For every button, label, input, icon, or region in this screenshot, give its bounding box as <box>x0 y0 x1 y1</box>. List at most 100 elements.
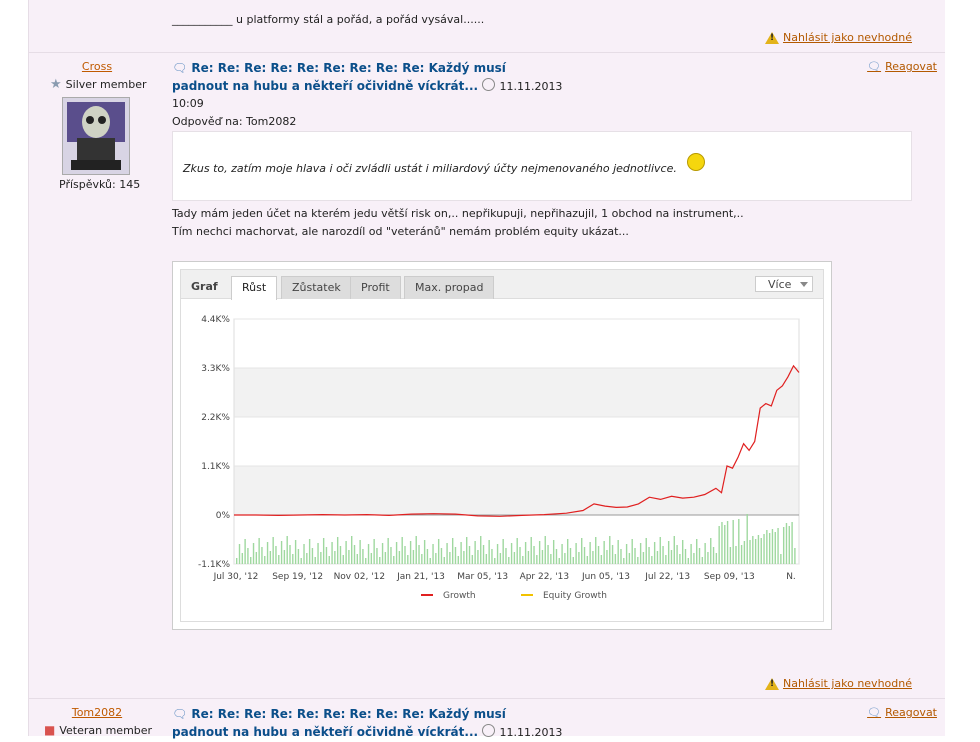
more-dropdown[interactable]: Více <box>755 276 813 292</box>
report-label[interactable]: Nahlásit jako nevhodné <box>783 31 912 44</box>
volume-bar <box>423 540 426 564</box>
post-title[interactable]: 🗨 Re: Re: Re: Re: Re: Re: Re: Re: Re: Ka… <box>172 705 562 742</box>
more-label[interactable]: Více <box>768 278 791 291</box>
volume-bar <box>592 551 594 564</box>
volume-bar <box>777 528 779 564</box>
volume-bar <box>283 550 286 564</box>
x-tick-label: Jun 05, '13 <box>581 572 630 582</box>
y-tick-label: 3.3K% <box>201 364 230 374</box>
volume-bar <box>634 548 636 564</box>
tab-zustatek[interactable]: Zůstatek <box>281 276 352 299</box>
volume-bar <box>466 537 468 564</box>
reply-label[interactable]: Reagovat <box>885 706 937 719</box>
post-date: 11.11.2013 <box>499 726 563 739</box>
volume-bar <box>353 545 356 564</box>
reply-label[interactable]: Reagovat <box>885 60 937 73</box>
volume-bar <box>508 557 510 564</box>
volume-bar <box>412 550 415 564</box>
volume-bar <box>449 552 451 564</box>
volume-bar <box>468 546 471 564</box>
tab-profit[interactable]: Profit <box>350 276 401 299</box>
volume-bar <box>718 526 720 564</box>
volume-bar <box>586 556 589 564</box>
volume-bar <box>505 548 507 564</box>
tab-max-propad[interactable]: Max. propad <box>404 276 495 299</box>
volume-bar <box>729 547 732 564</box>
volume-bar <box>387 538 389 564</box>
volume-bar <box>648 547 650 564</box>
volume-bar <box>595 537 597 564</box>
post-title-line1[interactable]: Re: Re: Re: Re: Re: Re: Re: Re: Re: Každ… <box>191 61 505 75</box>
volume-bar <box>693 553 695 564</box>
volume-bar <box>732 520 734 564</box>
volume-bar <box>336 537 339 564</box>
volume-bar <box>639 543 642 564</box>
volume-bar <box>451 538 454 564</box>
clock-icon <box>482 78 496 91</box>
grid-band <box>234 466 799 515</box>
author-name[interactable]: Cross <box>28 60 166 73</box>
volume-bar <box>724 525 726 564</box>
volume-bar <box>757 535 760 564</box>
volume-bar <box>272 537 274 564</box>
top-post-text: ___________ u platformy stál a pořád, a … <box>172 13 485 26</box>
post-title[interactable]: 🗨 Re: Re: Re: Re: Re: Re: Re: Re: Re: Ka… <box>172 59 562 96</box>
volume-bar <box>696 539 698 564</box>
grid-band <box>234 417 799 466</box>
volume-bar <box>421 554 423 564</box>
reply-button[interactable]: 🗨 Reagovat <box>867 60 937 73</box>
volume-bar <box>707 552 709 564</box>
y-tick-label: 1.1K% <box>201 462 230 472</box>
volume-bar <box>782 527 785 564</box>
volume-bar <box>768 533 771 564</box>
volume-bar <box>393 556 395 564</box>
post-title-line2[interactable]: padnout na hubu a někteří očividně víckr… <box>172 79 478 93</box>
volume-bar <box>311 548 314 564</box>
volume-bar <box>437 539 440 564</box>
volume-bar <box>435 553 437 564</box>
avatar[interactable] <box>62 97 130 175</box>
volume-bar <box>440 548 443 564</box>
volume-bar <box>342 555 344 564</box>
volume-bar <box>524 542 527 564</box>
volume-bar <box>774 532 776 564</box>
volume-bar <box>614 554 617 564</box>
clock-icon <box>482 724 496 737</box>
volume-bar <box>752 536 754 564</box>
volume-bar <box>409 541 412 564</box>
volume-bar <box>726 521 729 564</box>
volume-bar <box>370 553 373 564</box>
report-label[interactable]: Nahlásit jako nevhodné <box>783 677 912 690</box>
post-title-line1[interactable]: Re: Re: Re: Re: Re: Re: Re: Re: Re: Každ… <box>191 707 505 721</box>
volume-bar <box>581 538 583 564</box>
author-name[interactable]: Tom2082 <box>28 706 166 719</box>
volume-bar <box>519 547 521 564</box>
reply-button[interactable]: 🗨 Reagovat <box>867 706 937 719</box>
grid-band <box>234 319 799 368</box>
volume-bar <box>328 556 330 564</box>
volume-bar <box>236 558 238 564</box>
volume-bar <box>645 538 647 564</box>
post-divider <box>28 698 945 699</box>
volume-bar <box>780 554 782 564</box>
volume-bar <box>390 547 392 564</box>
volume-bar <box>418 545 420 564</box>
volume-bar <box>637 557 639 564</box>
volume-bar <box>670 550 673 564</box>
report-button-top[interactable]: Nahlásit jako nevhodné <box>764 31 912 44</box>
volume-bar <box>735 546 737 564</box>
quote-block: Zkus to, zatím moje hlava i oči zvládli … <box>172 131 912 201</box>
report-button[interactable]: Nahlásit jako nevhodné <box>764 677 912 690</box>
volume-bar <box>625 544 628 564</box>
volume-bar <box>463 551 465 564</box>
volume-bar <box>317 543 319 564</box>
chart-widget: Graf Růst Zůstatek Profit Max. propad Ví… <box>172 261 832 630</box>
post-title-line2[interactable]: padnout na hubu a někteří očividně víckr… <box>172 725 478 739</box>
volume-bar <box>538 541 541 564</box>
star-icon: ★ <box>50 77 62 92</box>
volume-bar <box>247 548 249 564</box>
volume-bar <box>365 558 367 564</box>
tab-rust[interactable]: Růst <box>231 276 278 300</box>
volume-bar <box>606 550 608 564</box>
volume-bar <box>665 555 667 564</box>
